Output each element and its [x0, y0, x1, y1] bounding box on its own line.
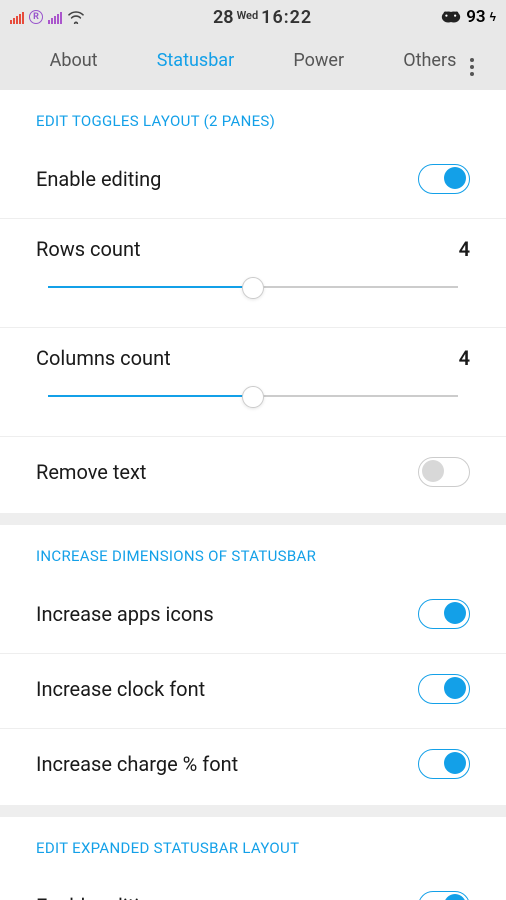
- toggle-clock-font[interactable]: [418, 674, 470, 704]
- toggle-remove-text[interactable]: [418, 457, 470, 487]
- section-expanded-layout: EDIT EXPANDED STATUSBAR LAYOUT Enable ed…: [0, 817, 506, 900]
- overflow-menu-icon[interactable]: [470, 58, 476, 76]
- value-columns-count: 4: [459, 346, 470, 370]
- tab-power[interactable]: Power: [293, 50, 344, 71]
- clock-area: 28 Wed 16:22: [213, 7, 312, 28]
- label-clock-font: Increase clock font: [36, 677, 205, 701]
- row-remove-text[interactable]: Remove text: [0, 437, 506, 511]
- label-rows-count: Rows count: [36, 237, 141, 261]
- roaming-icon: R: [29, 10, 43, 24]
- section-header-toggles: EDIT TOGGLES LAYOUT (2 PANES): [0, 90, 506, 144]
- toggle-apps-icons[interactable]: [418, 599, 470, 629]
- tab-bar: About Statusbar Power Others: [0, 30, 506, 90]
- wifi-icon: [67, 10, 85, 24]
- day-text: Wed: [237, 9, 259, 22]
- label-columns-count: Columns count: [36, 346, 171, 370]
- date-text: 28: [213, 7, 234, 28]
- label-charge-font: Increase charge % font: [36, 752, 238, 776]
- section-toggles-layout: EDIT TOGGLES LAYOUT (2 PANES) Enable edi…: [0, 90, 506, 513]
- tab-about[interactable]: About: [50, 50, 98, 71]
- value-rows-count: 4: [459, 237, 470, 261]
- row-increase-clock-font[interactable]: Increase clock font: [0, 654, 506, 729]
- status-row: R 28 Wed 16:22 93 ϟ: [0, 0, 506, 30]
- toggle-enable-editing-toggles[interactable]: [418, 164, 470, 194]
- row-columns-count: Columns count 4: [0, 328, 506, 437]
- status-left: R: [10, 10, 85, 24]
- toggle-enable-editing-expanded[interactable]: [418, 891, 470, 900]
- tab-statusbar[interactable]: Statusbar: [157, 50, 234, 71]
- battery-percent: 93: [466, 7, 485, 27]
- toggle-charge-font[interactable]: [418, 749, 470, 779]
- label-apps-icons: Increase apps icons: [36, 602, 214, 626]
- time-text: 16:22: [261, 7, 312, 28]
- label-enable-editing-expanded: Enable editing: [36, 894, 161, 900]
- row-enable-editing-expanded[interactable]: Enable editing: [0, 871, 506, 900]
- tab-others[interactable]: Others: [403, 50, 456, 71]
- slider-rows-count[interactable]: [48, 277, 458, 297]
- top-bar: R 28 Wed 16:22 93 ϟ About Statusbar Powe…: [0, 0, 506, 90]
- section-header-expanded: EDIT EXPANDED STATUSBAR LAYOUT: [0, 817, 506, 871]
- row-increase-charge-font[interactable]: Increase charge % font: [0, 729, 506, 803]
- settings-content: EDIT TOGGLES LAYOUT (2 PANES) Enable edi…: [0, 90, 506, 900]
- row-rows-count: Rows count 4: [0, 219, 506, 328]
- row-increase-apps-icons[interactable]: Increase apps icons: [0, 579, 506, 654]
- label-enable-editing: Enable editing: [36, 167, 161, 191]
- battery-icon: [440, 9, 462, 25]
- row-enable-editing-toggles[interactable]: Enable editing: [0, 144, 506, 219]
- signal-sim1-icon: [10, 10, 24, 24]
- section-dimensions: INCREASE DIMENSIONS OF STATUSBAR Increas…: [0, 525, 506, 805]
- label-remove-text: Remove text: [36, 460, 146, 484]
- signal-sim2-icon: [48, 10, 62, 24]
- charging-icon: ϟ: [490, 10, 496, 24]
- slider-columns-count[interactable]: [48, 386, 458, 406]
- status-right: 93 ϟ: [440, 7, 496, 27]
- section-header-dimensions: INCREASE DIMENSIONS OF STATUSBAR: [0, 525, 506, 579]
